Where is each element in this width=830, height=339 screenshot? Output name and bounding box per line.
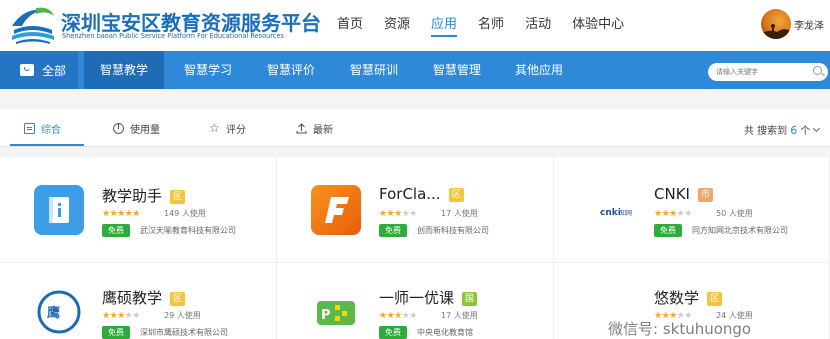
book-info-icon[interactable] xyxy=(34,185,84,235)
avatar-silhouette-icon xyxy=(761,24,791,39)
usage-count: 17 人使用 xyxy=(441,209,478,218)
app-card[interactable]: 鹰 鹰硕教学区 ★★★★★ 29 人使用 免费 深圳市鹰硕技术有限公司 xyxy=(0,263,277,339)
company-name: 创而新科技有限公司 xyxy=(417,226,489,235)
nav-resources[interactable]: 资源 xyxy=(384,15,410,37)
top-nav: 首页 资源 应用 名师 活动 体验中心 xyxy=(337,15,645,37)
svg-text:cnki: cnki xyxy=(600,208,621,218)
rating-stars: ★★★★★ xyxy=(102,311,140,321)
result-summary: 共 搜索到 6 个 xyxy=(744,122,821,137)
avatar[interactable] xyxy=(761,9,791,39)
app-name[interactable]: 一师一优课国 xyxy=(379,287,478,308)
search-icon[interactable] xyxy=(813,66,822,75)
list-icon xyxy=(24,122,35,134)
category-bar: 全部 智慧教学 智慧学习 智慧评价 智慧研训 智慧管理 其他应用 xyxy=(0,51,830,89)
free-badge: 免费 xyxy=(102,326,130,339)
sort-rating[interactable]: ☆ 评分 xyxy=(209,109,246,147)
app-card[interactable]: ForCla... 区 ★★★★★ 17 人使用 免费 创而新科技有限公司 xyxy=(277,157,554,263)
usage-count: 29 人使用 xyxy=(164,311,201,320)
free-badge: 免费 xyxy=(379,224,407,237)
svg-text:P: P xyxy=(321,308,331,323)
usage-count: 50 人使用 xyxy=(716,209,753,218)
scope-badge: 区 xyxy=(707,292,723,306)
scope-badge: 国 xyxy=(462,292,478,306)
app-name-text: ForCla... xyxy=(379,185,441,203)
scope-badge: 区 xyxy=(448,188,464,202)
nav-home[interactable]: 首页 xyxy=(337,15,363,37)
cnki-logo-icon[interactable]: cnki 知网 xyxy=(598,185,648,235)
app-name[interactable]: 鹰硕教学区 xyxy=(102,287,186,308)
category-smart-training[interactable]: 智慧研训 xyxy=(334,51,414,89)
app-name-text: 鹰硕教学 xyxy=(102,289,163,307)
sort-comprehensive[interactable]: 综合 xyxy=(24,109,61,147)
rating-stars: ★★★★★ xyxy=(379,209,417,219)
forclass-f-icon[interactable] xyxy=(311,185,361,235)
result-prefix: 共 搜索到 xyxy=(744,126,788,137)
pie-chart-icon xyxy=(113,122,124,134)
app-name-text: 一师一优课 xyxy=(379,289,455,307)
category-smart-teaching[interactable]: 智慧教学 xyxy=(84,51,164,89)
sort-usage[interactable]: 使用量 xyxy=(113,109,160,147)
category-smart-learning[interactable]: 智慧学习 xyxy=(168,51,248,89)
star-outline-icon: ☆ xyxy=(209,120,220,135)
yingshuo-logo-icon[interactable]: 鹰 xyxy=(34,287,84,337)
category-all-label: 全部 xyxy=(42,63,67,78)
platform-logo-icon[interactable] xyxy=(6,4,58,46)
scope-badge: 区 xyxy=(170,190,186,204)
usage-count: 17 人使用 xyxy=(441,311,478,320)
search-input[interactable] xyxy=(708,63,828,81)
app-name-text: 教学助手 xyxy=(102,187,163,205)
rating-stars: ★★★★★ xyxy=(654,209,692,219)
sort-newest[interactable]: 最新 xyxy=(296,109,333,147)
chevron-down-icon[interactable] xyxy=(813,124,821,133)
category-other-apps[interactable]: 其他应用 xyxy=(499,51,579,89)
app-card[interactable]: P 一师一优课国 ★★★★★ 17 人使用 免费 中央电化教育馆 xyxy=(277,263,554,339)
active-sort-underline xyxy=(10,144,84,146)
app-name[interactable]: ForCla... 区 xyxy=(379,185,464,204)
result-suffix: 个 xyxy=(800,126,811,137)
company-name: 武汉天喻教育科技有限公司 xyxy=(140,226,236,235)
nav-activities[interactable]: 活动 xyxy=(525,15,551,37)
nav-teachers[interactable]: 名师 xyxy=(478,15,504,37)
sort-comprehensive-label: 综合 xyxy=(41,124,61,136)
category-all-icon xyxy=(20,64,34,76)
app-card[interactable]: 教学助手区 ★★★★★ 149 人使用 免费 武汉天喻教育科技有限公司 xyxy=(0,157,277,263)
svg-text:鹰: 鹰 xyxy=(47,305,60,321)
result-count: 6 xyxy=(790,124,798,137)
rating-stars: ★★★★★ xyxy=(379,311,417,321)
yishi-logo-icon[interactable]: P xyxy=(311,287,361,337)
free-badge: 免费 xyxy=(102,224,130,237)
sort-usage-label: 使用量 xyxy=(130,124,160,136)
sort-rating-label: 评分 xyxy=(226,124,246,136)
svg-text:知网: 知网 xyxy=(620,209,632,217)
app-name-text: 悠数学 xyxy=(654,289,700,307)
nav-experience-center[interactable]: 体验中心 xyxy=(572,15,624,37)
category-all-button[interactable]: 全部 xyxy=(0,51,78,89)
company-name: 同方知网北京技术有限公司 xyxy=(692,226,788,235)
usage-count: 149 人使用 xyxy=(164,209,206,218)
scope-badge: 区 xyxy=(170,292,186,306)
company-name: 中央电化教育馆 xyxy=(417,328,473,337)
nav-apps[interactable]: 应用 xyxy=(431,15,458,37)
app-card[interactable]: cnki 知网 CNKI 市 ★★★★★ 50 人使用 免费 同方知网北京技术有限… xyxy=(554,157,830,263)
wechat-watermark: 微信号: sktuhuongo xyxy=(608,320,752,338)
app-name[interactable]: CNKI 市 xyxy=(654,185,713,204)
app-name[interactable]: 教学助手区 xyxy=(102,185,186,206)
company-name: 深圳市鹰硕技术有限公司 xyxy=(140,328,228,337)
platform-subtitle: Shenzhen baoan Public Service Platform F… xyxy=(62,32,284,40)
upload-icon xyxy=(296,122,307,134)
rating-stars: ★★★★★ xyxy=(102,209,140,219)
scope-badge: 市 xyxy=(697,188,713,202)
sort-newest-label: 最新 xyxy=(313,124,333,136)
category-smart-evaluation[interactable]: 智慧评价 xyxy=(251,51,331,89)
sort-bar: 综合 使用量 ☆ 评分 最新 xyxy=(0,109,830,147)
free-badge: 免费 xyxy=(379,326,407,339)
app-name-text: CNKI xyxy=(654,185,690,203)
app-name[interactable]: 悠数学区 xyxy=(654,287,723,308)
site-header: 深圳宝安区教育资源服务平台 Shenzhen baoan Public Serv… xyxy=(0,0,830,51)
free-badge: 免费 xyxy=(654,224,682,237)
category-smart-management[interactable]: 智慧管理 xyxy=(417,51,497,89)
user-name[interactable]: 李龙泽 xyxy=(794,17,824,32)
